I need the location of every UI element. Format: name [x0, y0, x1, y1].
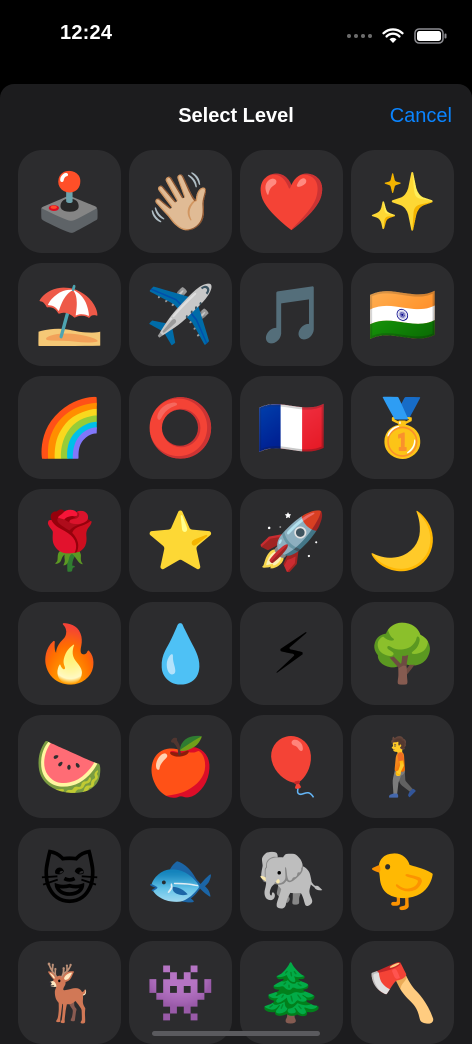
- level-tile[interactable]: 🪓: [351, 941, 454, 1044]
- level-tile[interactable]: ✨: [351, 150, 454, 253]
- baby-chick-icon: 🐤: [367, 847, 438, 911]
- waving-hand-icon: 👋🏼: [145, 169, 216, 233]
- grinning-cat-icon: 😺: [40, 847, 99, 911]
- level-tile[interactable]: 🌙: [351, 489, 454, 592]
- airplane-icon: ✈️: [145, 282, 216, 346]
- level-tile[interactable]: 🥇: [351, 376, 454, 479]
- level-tile[interactable]: ⚡: [240, 602, 343, 705]
- level-tile[interactable]: 🌳: [351, 602, 454, 705]
- level-tile[interactable]: 🕹️: [18, 150, 121, 253]
- alien-monster-icon: 👾: [145, 960, 216, 1024]
- red-apple-icon: 🍎: [145, 734, 216, 798]
- status-bar: 12:24: [0, 0, 472, 72]
- france-flag-icon: 🇫🇷: [256, 395, 327, 459]
- balloon-icon: 🎈: [256, 734, 327, 798]
- deer-icon: 🦌: [34, 960, 105, 1024]
- rocket-icon: 🚀: [256, 508, 327, 572]
- red-circle-icon: ⭕: [145, 395, 216, 459]
- level-tile[interactable]: 🇮🇳: [351, 263, 454, 366]
- level-tile[interactable]: 🔥: [18, 602, 121, 705]
- crescent-moon-icon: 🌙: [367, 508, 438, 572]
- star-icon: ⭐: [145, 508, 216, 572]
- level-tile[interactable]: 🇫🇷: [240, 376, 343, 479]
- wifi-icon: [382, 28, 404, 43]
- level-tile[interactable]: 🎵: [240, 263, 343, 366]
- rainbow-icon: 🌈: [34, 395, 105, 459]
- evergreen-tree-icon: 🌲: [256, 960, 327, 1024]
- level-tile[interactable]: 🌹: [18, 489, 121, 592]
- signal-dots-icon: [347, 34, 372, 38]
- fish-icon: 🐟: [145, 847, 216, 911]
- level-tile[interactable]: 👾: [129, 941, 232, 1044]
- watermelon-icon: 🍉: [34, 734, 105, 798]
- level-tile[interactable]: 🎈: [240, 715, 343, 818]
- level-tile[interactable]: 🍉: [18, 715, 121, 818]
- level-tile[interactable]: 🐘: [240, 828, 343, 931]
- level-tile[interactable]: 😺: [18, 828, 121, 931]
- india-flag-icon: 🇮🇳: [367, 282, 438, 346]
- beach-umbrella-icon: ⛱️: [34, 282, 105, 346]
- sheet-header: Select Level Cancel: [0, 84, 472, 150]
- elephant-icon: 🐘: [256, 847, 327, 911]
- lightning-icon: ⚡: [271, 621, 312, 685]
- home-indicator: [152, 1031, 320, 1036]
- status-icons: [347, 26, 448, 46]
- musical-note-icon: 🎵: [256, 282, 327, 346]
- level-tile[interactable]: 🚶: [351, 715, 454, 818]
- axe-icon: 🪓: [367, 960, 438, 1024]
- level-tile[interactable]: 🐤: [351, 828, 454, 931]
- level-tile[interactable]: 🍎: [129, 715, 232, 818]
- red-heart-icon: ❤️: [256, 169, 327, 233]
- level-tile[interactable]: 👋🏼: [129, 150, 232, 253]
- rose-icon: 🌹: [34, 508, 105, 572]
- droplet-icon: 💧: [145, 621, 216, 685]
- level-tile[interactable]: ⭐: [129, 489, 232, 592]
- level-tile[interactable]: ⛱️: [18, 263, 121, 366]
- fire-icon: 🔥: [34, 621, 105, 685]
- select-level-sheet: Select Level Cancel 🕹️ 👋🏼 ❤️ ✨ ⛱️ ✈️ 🎵 🇮🇳 🌈 ⭕ 🇫🇷 🥇 🌹…: [0, 84, 472, 1044]
- battery-icon: [414, 28, 447, 44]
- tree-icon: 🌳: [367, 621, 438, 685]
- level-tile[interactable]: 🐟: [129, 828, 232, 931]
- level-tile[interactable]: 🦌: [18, 941, 121, 1044]
- level-tile[interactable]: 🚀: [240, 489, 343, 592]
- person-walking-icon: 🚶: [367, 734, 438, 798]
- level-tile[interactable]: ⭕: [129, 376, 232, 479]
- joystick-icon: 🕹️: [34, 169, 105, 233]
- level-tile[interactable]: 💧: [129, 602, 232, 705]
- level-tile[interactable]: 🌲: [240, 941, 343, 1044]
- cancel-button[interactable]: Cancel: [390, 105, 452, 128]
- gold-medal-icon: 🥇: [367, 395, 438, 459]
- level-tile[interactable]: ✈️: [129, 263, 232, 366]
- status-time: 12:24: [60, 22, 113, 44]
- level-tile[interactable]: ❤️: [240, 150, 343, 253]
- sparkles-icon: ✨: [367, 169, 438, 233]
- level-tile[interactable]: 🌈: [18, 376, 121, 479]
- level-grid: 🕹️ 👋🏼 ❤️ ✨ ⛱️ ✈️ 🎵 🇮🇳 🌈 ⭕ 🇫🇷 🥇 🌹 ⭐ 🚀 🌙 🔥 💧 ⚡ 🌳 🍉 🍎 🎈 🚶 😺 🐟 🐘 🐤 🦌 👾 🌲 🪓: [18, 150, 454, 1044]
